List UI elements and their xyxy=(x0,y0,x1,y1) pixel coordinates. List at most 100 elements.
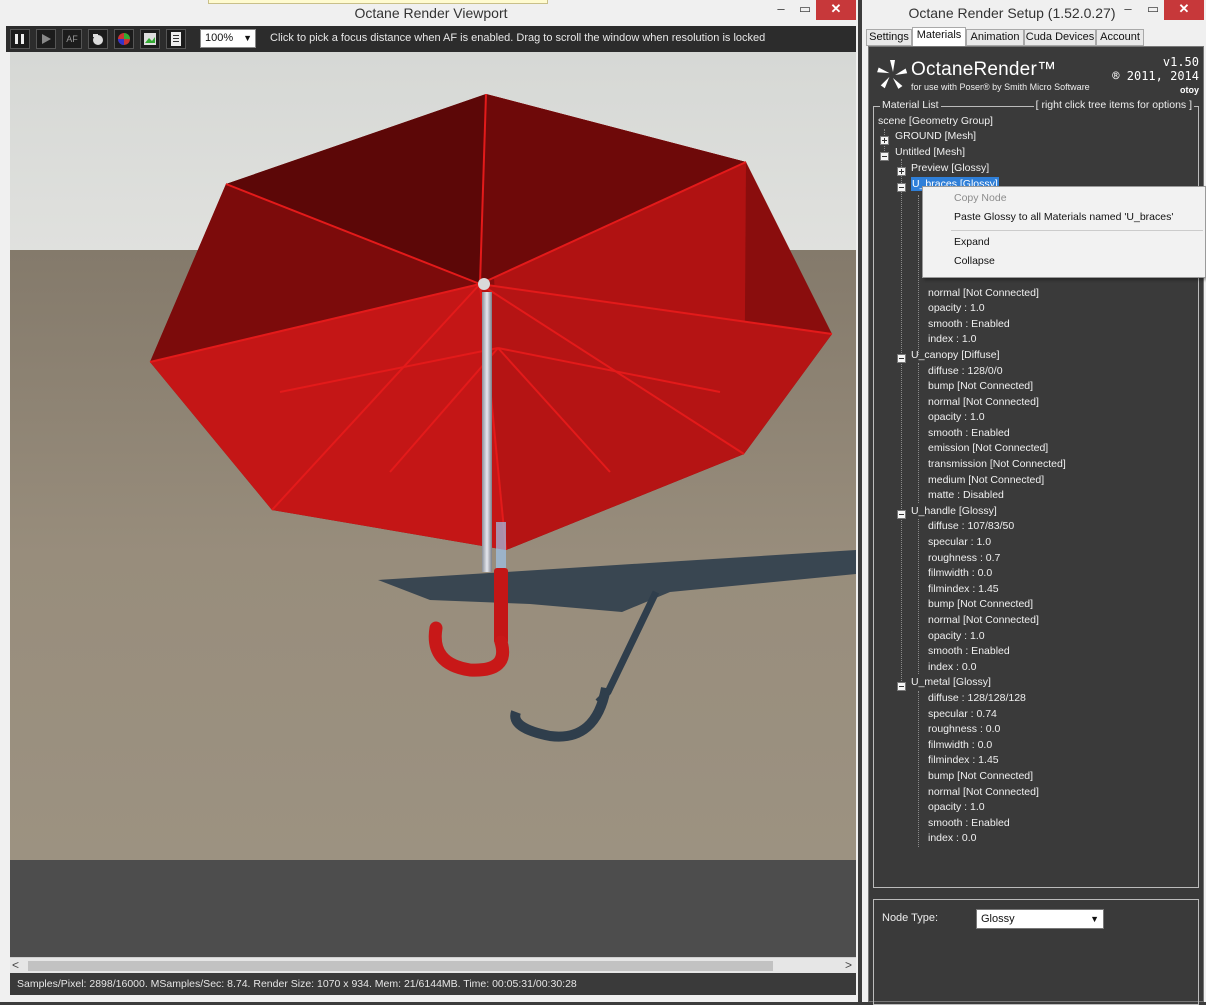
collapse-icon[interactable] xyxy=(897,183,906,192)
tree-item-property[interactable]: normal [Not Connected] xyxy=(928,286,1039,300)
tab-animation[interactable]: Animation xyxy=(966,29,1024,46)
tree-item-property[interactable]: filmindex : 1.45 xyxy=(928,753,999,767)
tree-connector xyxy=(918,195,919,355)
logo-subtitle: for use with Poser® by Smith Micro Softw… xyxy=(911,82,1090,92)
close-button[interactable]: ✕ xyxy=(816,0,856,20)
chevron-down-icon: ▼ xyxy=(243,33,252,43)
setup-window: Octane Render Setup (1.52.0.27) – ▭ ✕ Se… xyxy=(862,0,1206,1005)
octane-logo: OctaneRender™ for use with Poser® by Smi… xyxy=(873,53,1201,97)
menu-item-paste-glossy[interactable]: Paste Glossy to all Materials named 'U_b… xyxy=(954,211,1173,223)
collapse-icon[interactable] xyxy=(897,682,906,691)
tree-item-property[interactable]: smooth : Enabled xyxy=(928,644,1010,658)
tree-item-property[interactable]: roughness : 0.7 xyxy=(928,551,1000,565)
tree-item-property[interactable]: bump [Not Connected] xyxy=(928,769,1033,783)
document-icon[interactable] xyxy=(166,29,186,49)
tree-item-property[interactable]: index : 0.0 xyxy=(928,831,976,845)
tree-connector xyxy=(918,691,919,847)
tree-item-property[interactable]: filmwidth : 0.0 xyxy=(928,566,992,580)
tree-item-preview[interactable]: Preview [Glossy] xyxy=(911,161,989,175)
horizontal-scrollbar[interactable]: < > xyxy=(10,957,856,973)
tree-item-untitled[interactable]: Untitled [Mesh] xyxy=(895,145,965,159)
collapse-icon[interactable] xyxy=(897,510,906,519)
tab-account[interactable]: Account xyxy=(1096,29,1144,46)
tree-item-property[interactable]: bump [Not Connected] xyxy=(928,379,1033,393)
tab-cuda-devices[interactable]: Cuda Devices xyxy=(1024,29,1096,46)
tree-item-property[interactable]: diffuse : 107/83/50 xyxy=(928,519,1014,533)
scroll-right-icon[interactable]: > xyxy=(845,958,852,972)
logo-copyright: ® 2011, 2014 xyxy=(1112,69,1199,83)
node-type-value: Glossy xyxy=(981,913,1015,925)
tree-item-property[interactable]: smooth : Enabled xyxy=(928,816,1010,830)
tree-item-property[interactable]: normal [Not Connected] xyxy=(928,613,1039,627)
tree-item-property[interactable]: roughness : 0.0 xyxy=(928,722,1000,736)
viewport-hint: Click to pick a focus distance when AF i… xyxy=(270,32,766,44)
node-type-select[interactable]: Glossy ▼ xyxy=(976,909,1104,929)
tree-connector xyxy=(901,159,902,689)
tree-item-property[interactable]: transmission [Not Connected] xyxy=(928,457,1066,471)
zoom-value: 100% xyxy=(205,32,234,44)
viewport-window: Octane Render Viewport – ▭ ✕ AF 100% ▼ C… xyxy=(0,0,858,1002)
viewport-title: Octane Render Viewport xyxy=(354,5,508,21)
tree-item-property[interactable]: normal [Not Connected] xyxy=(928,395,1039,409)
otoy-logo: otoy xyxy=(1180,85,1199,95)
render-canvas[interactable] xyxy=(10,52,856,957)
tree-item-property[interactable]: matte : Disabled xyxy=(928,488,1004,502)
image-save-icon[interactable] xyxy=(140,29,160,49)
color-wheel-icon[interactable] xyxy=(114,29,134,49)
tree-item-property[interactable]: smooth : Enabled xyxy=(928,426,1010,440)
menu-item-collapse[interactable]: Collapse xyxy=(954,255,995,267)
tree-item-property[interactable]: filmwidth : 0.0 xyxy=(928,738,992,752)
viewport-titlebar[interactable]: Octane Render Viewport – ▭ ✕ xyxy=(0,0,858,26)
tree-item-property[interactable]: emission [Not Connected] xyxy=(928,441,1048,455)
tree-item-property[interactable]: specular : 0.74 xyxy=(928,707,997,721)
tree-item-property[interactable]: normal [Not Connected] xyxy=(928,785,1039,799)
tree-item-property[interactable]: opacity : 1.0 xyxy=(928,800,985,814)
tree-item-property[interactable]: medium [Not Connected] xyxy=(928,473,1044,487)
octane-logo-icon xyxy=(877,60,908,89)
tree-item-property[interactable]: smooth : Enabled xyxy=(928,317,1010,331)
render-image xyxy=(10,52,856,957)
tree-item-property[interactable]: bump [Not Connected] xyxy=(928,597,1033,611)
tree-item-scene[interactable]: scene [Geometry Group] xyxy=(878,114,993,128)
chevron-down-icon: ▼ xyxy=(1090,914,1099,924)
tree-item-property[interactable]: index : 0.0 xyxy=(928,660,976,674)
pause-icon[interactable] xyxy=(10,29,30,49)
tree-item-property[interactable]: specular : 1.0 xyxy=(928,535,991,549)
tree-item-property[interactable]: opacity : 1.0 xyxy=(928,410,985,424)
menu-separator xyxy=(951,230,1203,231)
autofocus-button[interactable]: AF xyxy=(62,29,82,49)
collapse-icon[interactable] xyxy=(897,354,906,363)
zoom-select[interactable]: 100% ▼ xyxy=(200,29,256,48)
tree-item-property[interactable]: filmindex : 1.45 xyxy=(928,582,999,596)
minimize-button[interactable]: – xyxy=(1117,0,1139,20)
tree-item-u-canopy[interactable]: U_canopy [Diffuse] xyxy=(911,348,1000,362)
maximize-button[interactable]: ▭ xyxy=(1142,0,1164,20)
scroll-thumb[interactable] xyxy=(28,961,773,971)
maximize-button[interactable]: ▭ xyxy=(794,0,816,20)
node-type-label: Node Type: xyxy=(882,912,939,924)
close-button[interactable]: ✕ xyxy=(1164,0,1204,20)
viewport-toolbar: AF 100% ▼ Click to pick a focus distance… xyxy=(6,26,856,52)
expand-icon[interactable] xyxy=(897,167,906,176)
minimize-button[interactable]: – xyxy=(770,0,792,20)
tab-settings[interactable]: Settings xyxy=(866,29,912,46)
tree-item-u-metal[interactable]: U_metal [Glossy] xyxy=(911,675,991,689)
tree-item-property[interactable]: opacity : 1.0 xyxy=(928,629,985,643)
tree-item-property[interactable]: diffuse : 128/128/128 xyxy=(928,691,1026,705)
tree-item-property[interactable]: opacity : 1.0 xyxy=(928,301,985,315)
menu-item-expand[interactable]: Expand xyxy=(954,236,990,248)
context-menu: Copy Node Paste Glossy to all Materials … xyxy=(922,186,1206,278)
scroll-left-icon[interactable]: < xyxy=(12,958,19,972)
status-bar: Samples/Pixel: 2898/16000. MSamples/Sec:… xyxy=(10,973,856,995)
tree-item-ground[interactable]: GROUND [Mesh] xyxy=(895,129,976,143)
camera-icon[interactable] xyxy=(88,29,108,49)
node-type-frame: Node Type: Glossy ▼ xyxy=(873,899,1199,1005)
collapse-icon[interactable] xyxy=(880,152,889,161)
tree-item-property[interactable]: diffuse : 128/0/0 xyxy=(928,364,1003,378)
expand-icon[interactable] xyxy=(880,136,889,145)
menu-item-copy-node[interactable]: Copy Node xyxy=(954,192,1007,204)
tab-materials[interactable]: Materials xyxy=(912,27,966,46)
tree-item-u-handle[interactable]: U_handle [Glossy] xyxy=(911,504,997,518)
play-icon[interactable] xyxy=(36,29,56,49)
tree-item-property[interactable]: index : 1.0 xyxy=(928,332,976,346)
